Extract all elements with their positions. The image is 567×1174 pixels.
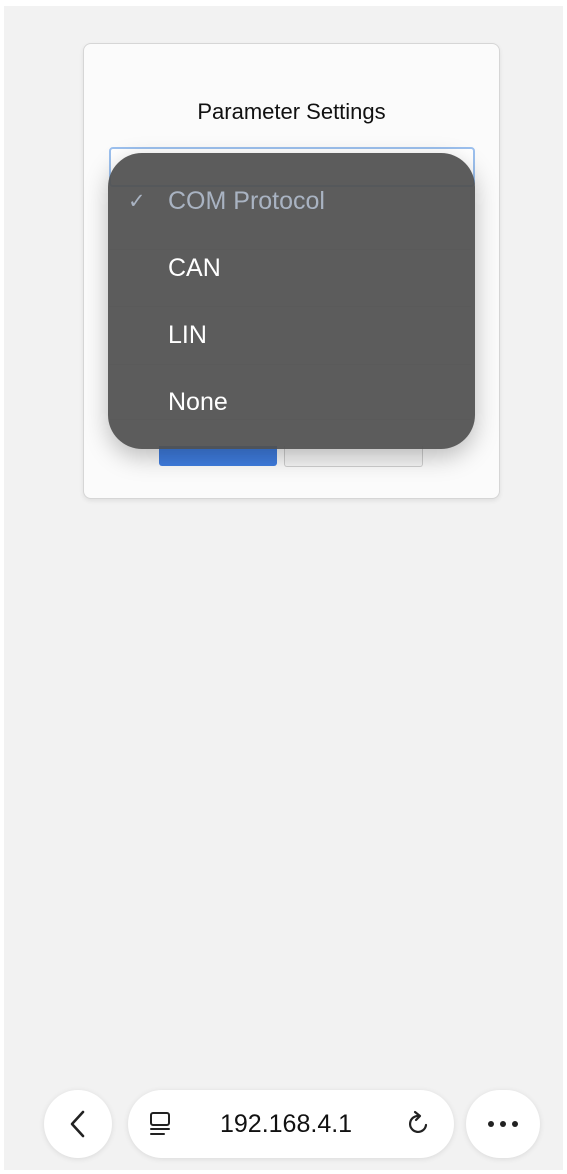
protocol-dropdown-menu: ✓ COM Protocol CAN LIN None	[108, 153, 475, 449]
more-icon	[488, 1121, 518, 1127]
address-bar[interactable]: 192.168.4.1	[128, 1090, 454, 1158]
back-button[interactable]	[44, 1090, 112, 1158]
option-can[interactable]: CAN	[108, 238, 475, 298]
option-com-protocol[interactable]: ✓ COM Protocol	[108, 171, 475, 231]
chevron-left-icon	[70, 1110, 85, 1138]
tab-overview-icon	[150, 1112, 170, 1135]
option-label: COM Protocol	[168, 186, 325, 215]
option-none[interactable]: None	[108, 372, 475, 432]
option-label: LIN	[168, 320, 207, 349]
confirm-button[interactable]	[159, 446, 277, 466]
screen: Parameter Settings ✓ COM Protocol CAN LI…	[4, 6, 563, 1170]
option-label: None	[168, 387, 228, 416]
card-title: Parameter Settings	[197, 99, 386, 124]
cancel-button[interactable]	[284, 446, 423, 467]
checkmark-icon: ✓	[128, 189, 146, 213]
url-text: 192.168.4.1	[220, 1109, 353, 1138]
option-label: CAN	[168, 253, 221, 282]
reload-icon[interactable]	[405, 1110, 433, 1138]
option-lin[interactable]: LIN	[108, 305, 475, 365]
browser-toolbar: 192.168.4.1	[4, 1086, 563, 1162]
more-button[interactable]	[466, 1090, 540, 1158]
